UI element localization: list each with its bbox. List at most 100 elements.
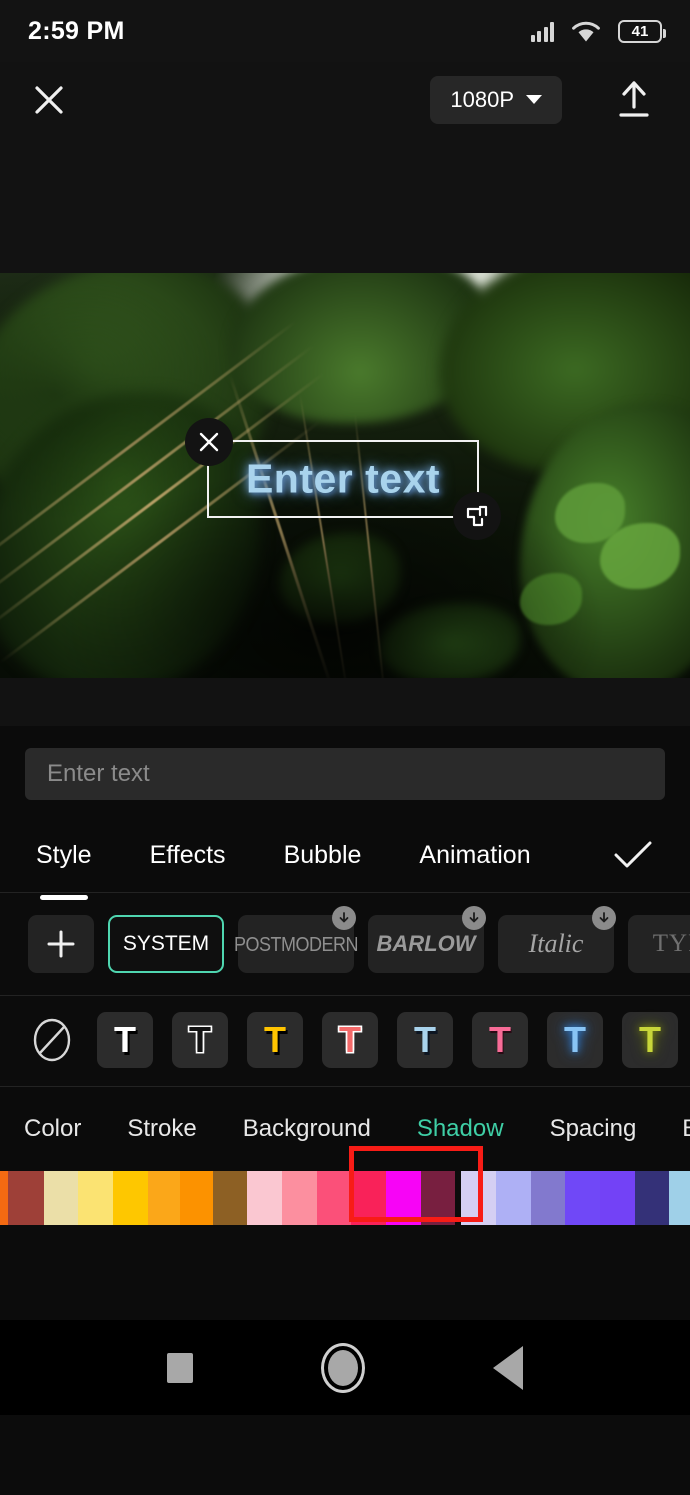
resize-icon <box>466 505 488 527</box>
panel-filler <box>0 1225 690 1320</box>
status-bar: 2:59 PM 41 <box>0 0 690 62</box>
color-palette[interactable] <box>0 1171 690 1225</box>
preset-yellow-t[interactable]: T <box>247 1012 303 1068</box>
export-button[interactable] <box>604 74 664 126</box>
font-chip-type-label: TYPE <box>652 930 690 957</box>
chevron-down-icon <box>526 95 542 104</box>
preset-light-blue-t[interactable]: T <box>397 1012 453 1068</box>
battery-level: 41 <box>631 22 649 40</box>
preset-outline-t[interactable]: T <box>172 1012 228 1068</box>
tab-bubble-label: Bubble <box>283 840 362 869</box>
color-swatch[interactable] <box>316 1171 352 1225</box>
close-icon <box>35 85 63 114</box>
color-swatch[interactable] <box>180 1171 214 1225</box>
panel-gap <box>0 678 690 726</box>
android-nav-bar <box>0 1320 690 1415</box>
color-swatch[interactable] <box>385 1171 421 1225</box>
text-preset-row[interactable]: T T T T T T T T <box>0 996 690 1086</box>
text-overlay-box[interactable]: Enter text <box>185 418 501 540</box>
color-swatch[interactable] <box>147 1171 181 1225</box>
delete-text-handle[interactable] <box>185 418 233 466</box>
preset-blue-glow-t[interactable]: T <box>547 1012 603 1068</box>
resize-text-handle[interactable] <box>453 492 501 540</box>
resolution-value: 1080P <box>450 86 514 112</box>
font-chip-barlow[interactable]: BARLOW <box>368 906 486 973</box>
tab-animation-label: Animation <box>419 840 531 869</box>
home-circle-icon[interactable] <box>321 1342 365 1393</box>
color-swatch[interactable] <box>600 1171 635 1225</box>
font-chip-postmodern-label: POSTMODERN <box>234 931 359 955</box>
preset-red-white-t[interactable]: T <box>322 1012 378 1068</box>
confirm-button[interactable] <box>612 818 654 892</box>
color-swatch[interactable] <box>634 1171 669 1225</box>
color-swatch[interactable] <box>461 1171 496 1225</box>
close-editor-button[interactable] <box>26 77 72 123</box>
color-swatch[interactable] <box>530 1171 566 1225</box>
color-swatch[interactable] <box>351 1171 386 1225</box>
color-swatch[interactable] <box>78 1171 113 1225</box>
color-swatch[interactable] <box>420 1171 456 1225</box>
plus-icon <box>47 930 75 958</box>
download-icon <box>592 906 616 930</box>
color-swatch[interactable] <box>668 1171 690 1225</box>
font-chip-italic[interactable]: Italic <box>498 906 616 973</box>
font-selector-row[interactable]: SYSTEM POSTMODERN BARLOW Italic TY <box>0 893 690 995</box>
close-icon <box>199 432 219 452</box>
editor-panel: Style Effects Bubble Animation <box>0 678 690 1320</box>
style-subtabs: Color Stroke Background Shadow Spacing B… <box>0 1087 690 1171</box>
back-triangle-icon[interactable] <box>493 1345 523 1390</box>
resolution-dropdown[interactable]: 1080P <box>430 75 562 124</box>
cellular-signal-icon <box>530 20 554 42</box>
color-swatch[interactable] <box>281 1171 317 1225</box>
tab-style-label: Style <box>36 840 92 869</box>
color-swatch[interactable] <box>247 1171 282 1225</box>
font-chip-system-label: SYSTEM <box>122 932 210 955</box>
preset-white-t[interactable]: T <box>97 1012 153 1068</box>
subtab-stroke[interactable]: Stroke <box>127 1115 196 1143</box>
download-icon <box>462 906 486 930</box>
preset-green-glow-t[interactable]: T <box>622 1012 678 1068</box>
preset-pink-t[interactable]: T <box>472 1012 528 1068</box>
tab-effects[interactable]: Effects <box>150 818 226 892</box>
preview-top-padding <box>0 137 690 273</box>
battery-icon: 41 <box>618 19 666 43</box>
color-swatch[interactable] <box>495 1171 531 1225</box>
check-icon <box>614 841 652 868</box>
text-input-wrapper <box>0 726 690 818</box>
video-preview[interactable]: Enter text <box>0 273 690 678</box>
tab-bubble[interactable]: Bubble <box>284 818 362 892</box>
status-icons: 41 <box>530 19 666 43</box>
tab-style[interactable]: Style <box>36 818 92 892</box>
color-swatch[interactable] <box>0 1171 8 1225</box>
font-chip-type[interactable]: TYPE <box>628 915 690 973</box>
preset-none-button[interactable] <box>26 1014 78 1066</box>
color-swatch[interactable] <box>213 1171 248 1225</box>
color-swatch[interactable] <box>112 1171 148 1225</box>
subtab-background[interactable]: Background <box>243 1115 371 1143</box>
editor-tabs: Style Effects Bubble Animation <box>0 818 690 892</box>
subtab-bold-italic[interactable]: Bold ital <box>682 1115 690 1143</box>
phone-screen: 2:59 PM 41 1080P Enter text Enter text S… <box>0 0 690 1495</box>
font-chip-barlow-label: BARLOW <box>376 931 476 956</box>
top-action-bar: 1080P <box>0 62 690 137</box>
tab-animation[interactable]: Animation <box>419 818 530 892</box>
tab-effects-label: Effects <box>149 840 226 869</box>
color-swatch[interactable] <box>565 1171 601 1225</box>
status-clock: 2:59 PM <box>28 16 125 45</box>
no-style-icon <box>33 1018 71 1062</box>
subtab-color[interactable]: Color <box>24 1115 81 1143</box>
text-input[interactable] <box>25 748 665 800</box>
download-icon <box>332 906 356 930</box>
wifi-icon <box>571 20 601 43</box>
font-chip-postmodern[interactable]: POSTMODERN <box>234 906 359 973</box>
overlay-text: Enter text <box>245 455 441 502</box>
subtab-spacing[interactable]: Spacing <box>550 1115 637 1143</box>
export-icon <box>619 80 649 117</box>
color-swatch[interactable] <box>7 1171 45 1225</box>
font-chip-italic-label: Italic <box>528 929 584 958</box>
add-font-button[interactable] <box>28 915 94 973</box>
subtab-shadow[interactable]: Shadow <box>417 1115 504 1143</box>
recents-square-icon[interactable] <box>167 1352 193 1383</box>
font-chip-system[interactable]: SYSTEM <box>108 915 224 973</box>
color-swatch[interactable] <box>44 1171 79 1225</box>
